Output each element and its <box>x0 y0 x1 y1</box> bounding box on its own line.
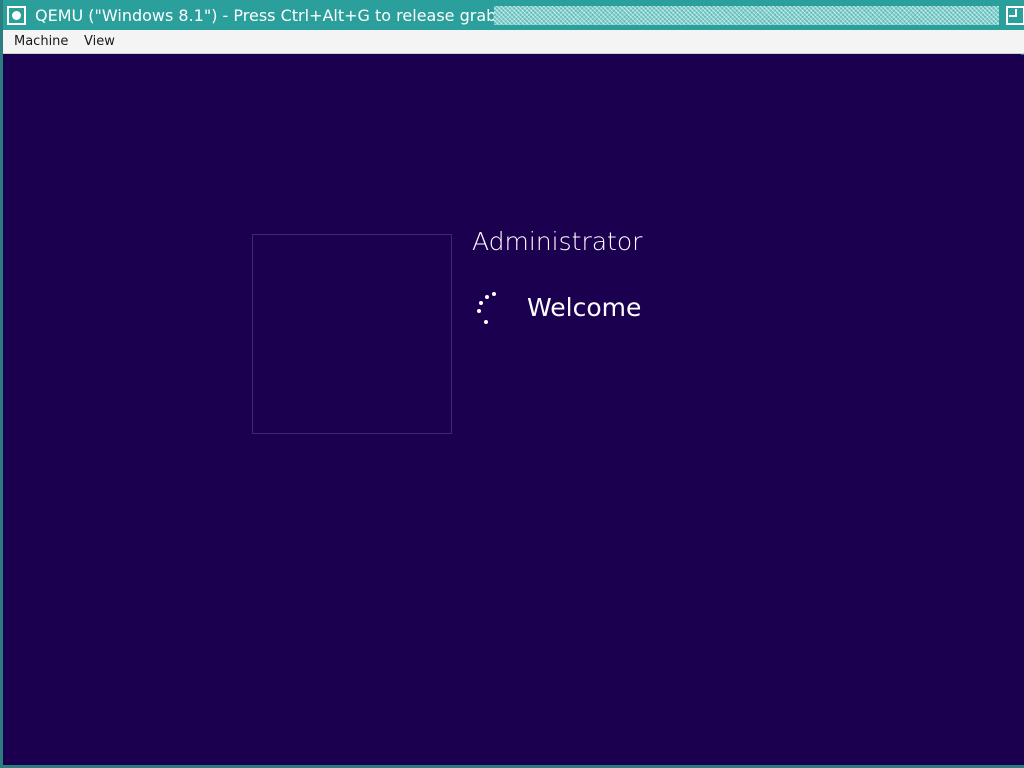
welcome-status: Welcome <box>527 293 642 322</box>
window-menu-dot <box>12 11 21 20</box>
spinner-dot <box>485 295 489 299</box>
menu-machine[interactable]: Machine <box>12 30 70 54</box>
loading-spinner-icon <box>472 289 502 329</box>
maximize-icon-inner <box>1009 9 1017 17</box>
user-picture-tile <box>252 234 452 434</box>
window-title: QEMU ("Windows 8.1") - Press Ctrl+Alt+G … <box>35 6 497 25</box>
guest-display[interactable]: Administrator Welcome <box>6 55 1024 765</box>
spinner-dot <box>477 309 481 313</box>
title-bar[interactable]: QEMU ("Windows 8.1") - Press Ctrl+Alt+G … <box>3 0 1024 30</box>
menu-bar: Machine View <box>3 30 1024 54</box>
title-bar-drag-area[interactable] <box>494 6 999 25</box>
maximize-icon[interactable] <box>1006 6 1024 25</box>
spinner-dot <box>479 301 483 305</box>
username-label: Administrator <box>472 227 643 256</box>
spinner-dot <box>492 292 496 296</box>
spinner-dot <box>484 320 488 324</box>
qemu-window: QEMU ("Windows 8.1") - Press Ctrl+Alt+G … <box>0 0 1024 768</box>
window-menu-icon[interactable] <box>7 6 26 25</box>
menu-view[interactable]: View <box>82 30 117 54</box>
